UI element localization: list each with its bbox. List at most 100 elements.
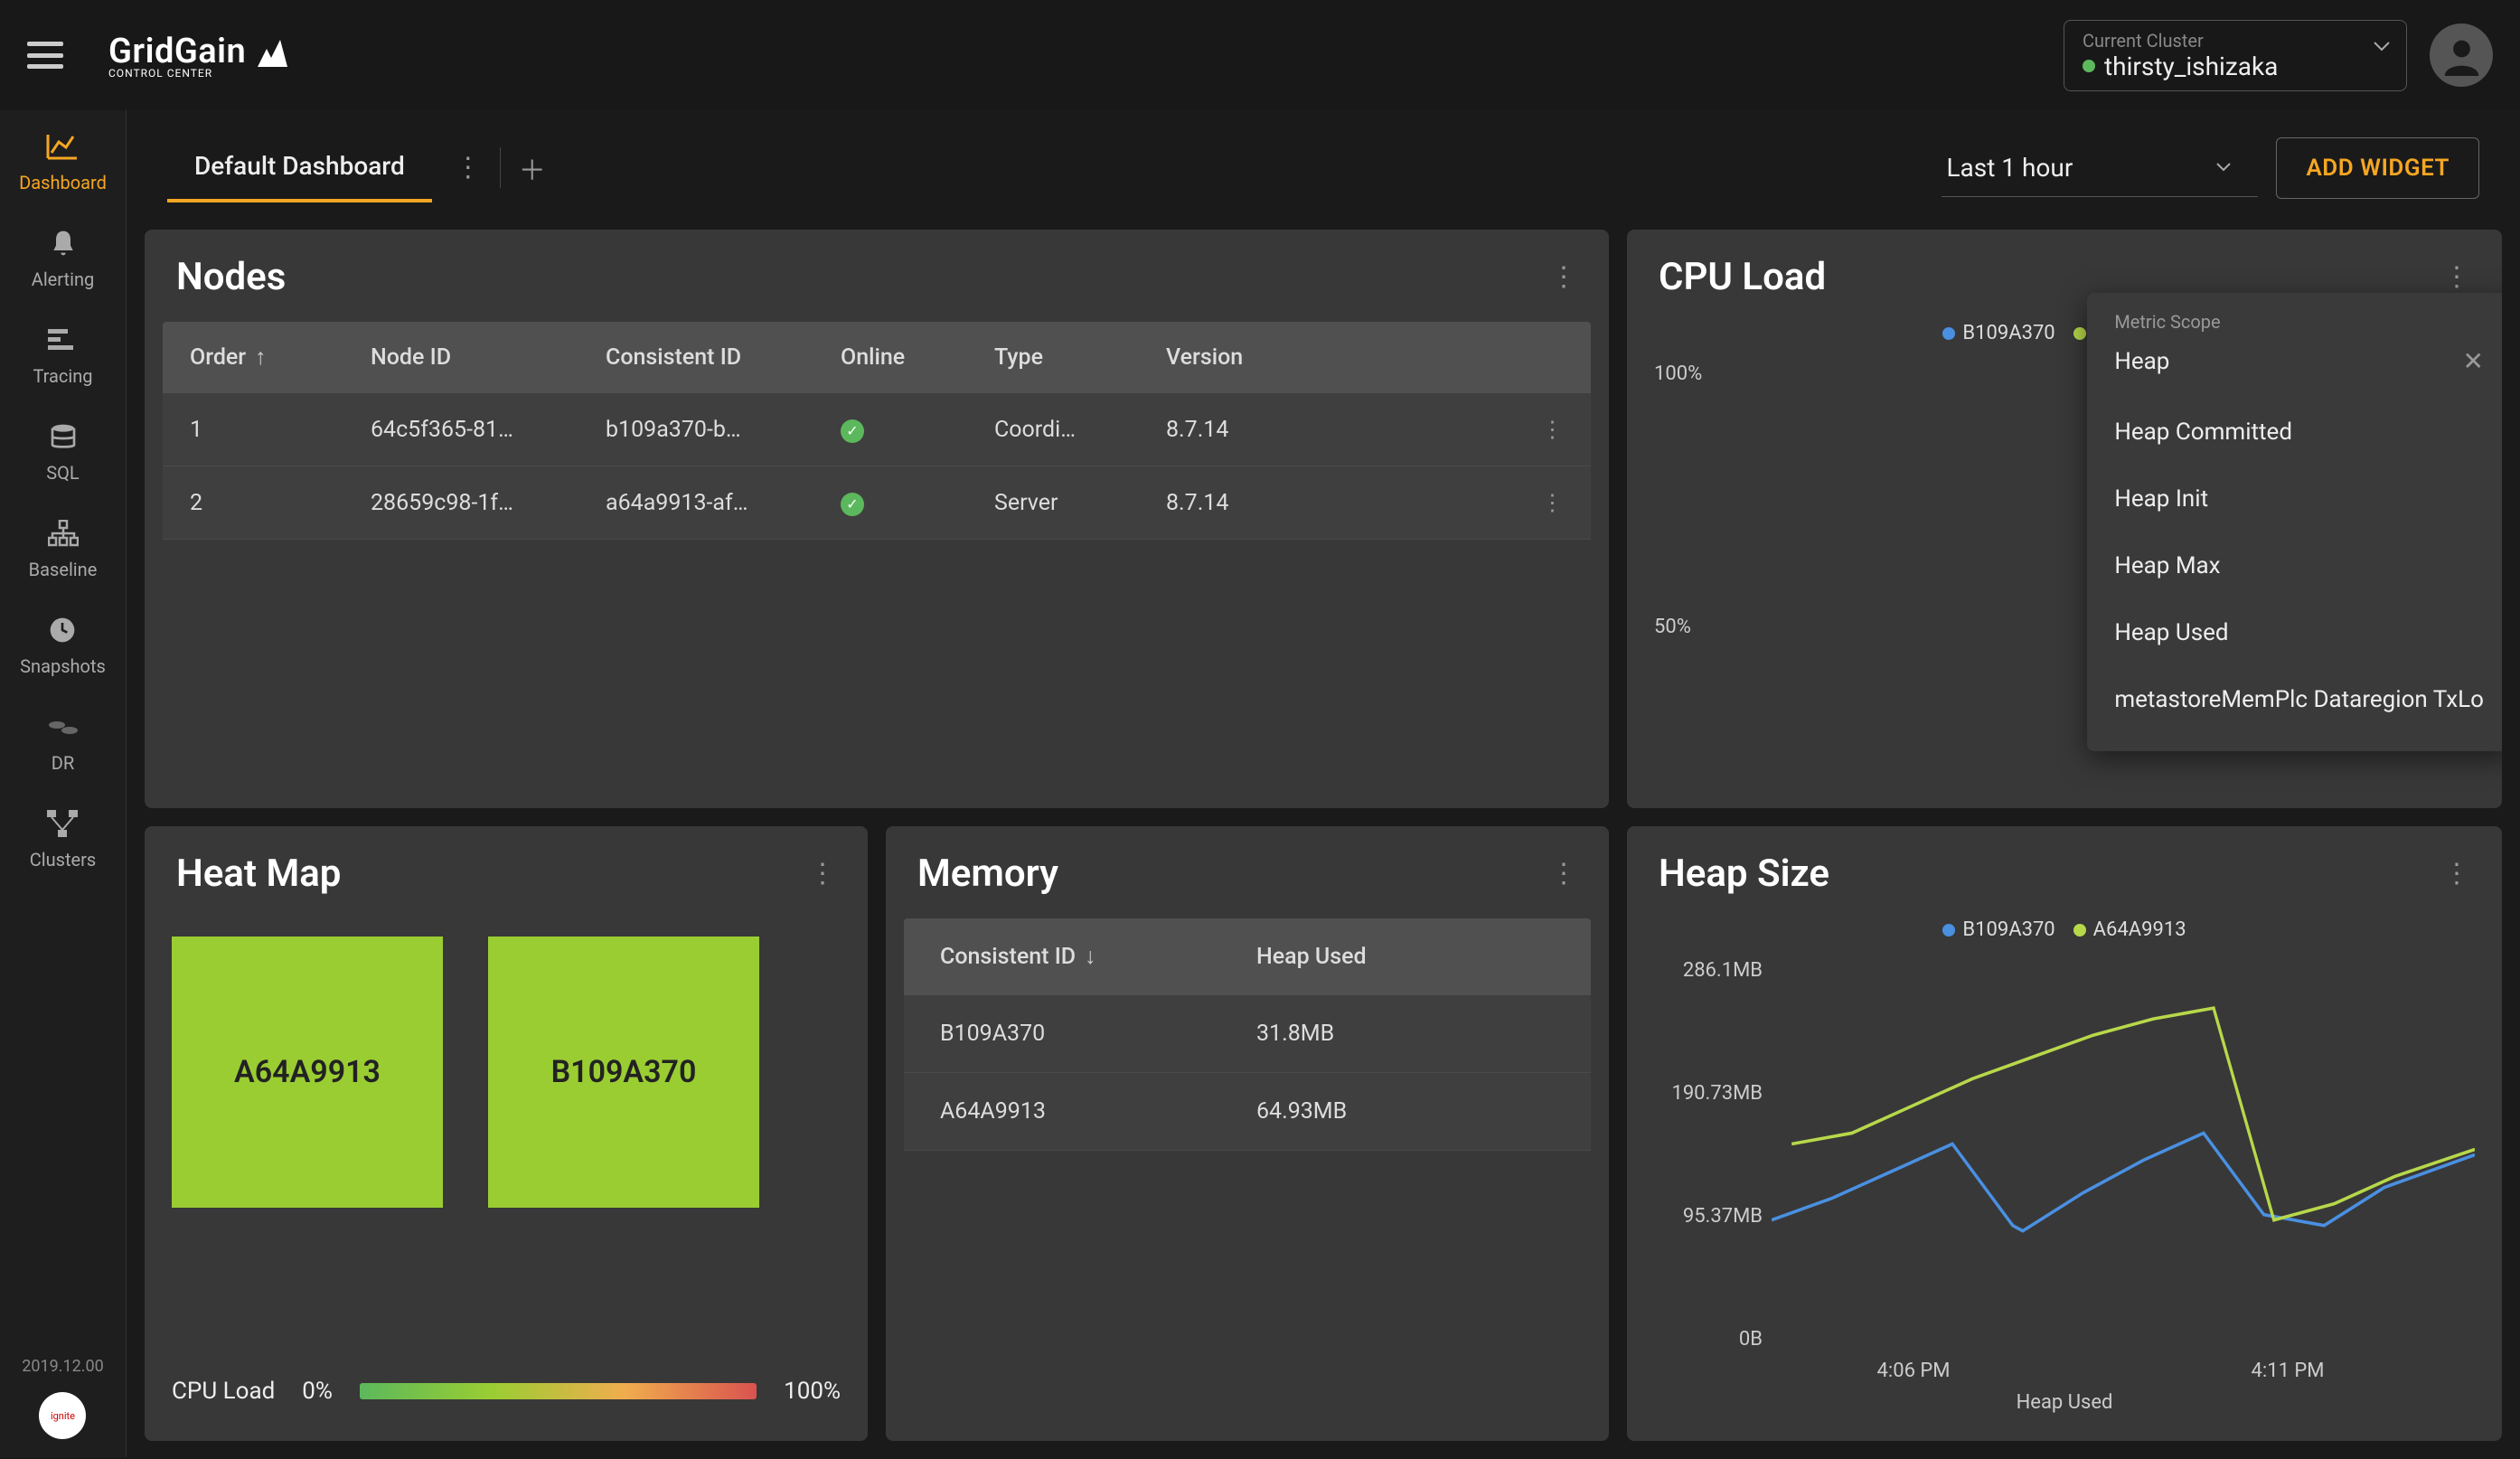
sidebar-item-snapshots[interactable]: Snapshots: [20, 612, 106, 677]
sidebar-item-alerting[interactable]: Alerting: [32, 225, 94, 290]
heat-tile[interactable]: B109A370: [488, 937, 759, 1208]
x-tick: 4:06 PM: [1877, 1360, 1951, 1382]
sidebar: Dashboard Alerting Tracing SQL Baseline …: [0, 110, 127, 1457]
cell-order: 1: [190, 417, 371, 443]
add-widget-button[interactable]: ADD WIDGET: [2276, 137, 2479, 199]
metric-scope-popup: Metric Scope Heap ✕ Heap Committed Heap …: [2087, 293, 2502, 751]
user-avatar-button[interactable]: [2430, 24, 2493, 87]
widget-menu-button[interactable]: ⋮: [1550, 261, 1577, 293]
cell-heap: 64.93MB: [1256, 1098, 1555, 1125]
cluster-select[interactable]: Current Cluster thirsty_ishizaka: [2064, 20, 2407, 91]
cell-version: 8.7.14: [1166, 490, 1365, 516]
column-order[interactable]: Order ↑: [190, 344, 371, 371]
cell-order: 2: [190, 490, 371, 516]
widget-menu-button[interactable]: ⋮: [1550, 858, 1577, 890]
menu-toggle-button[interactable]: [27, 42, 63, 69]
heatmap-widget: Heat Map ⋮ A64A9913 B109A370 CPU Load 0%…: [145, 826, 868, 1441]
version-label: 2019.12.00: [22, 1357, 103, 1376]
sidebar-item-tracing[interactable]: Tracing: [33, 322, 92, 387]
x-tick: 4:11 PM: [2252, 1360, 2325, 1382]
widget-menu-button[interactable]: ⋮: [2443, 261, 2470, 293]
sidebar-item-clusters[interactable]: Clusters: [30, 805, 96, 871]
sidebar-item-label: SQL: [46, 462, 79, 484]
widget-menu-button[interactable]: ⋮: [2443, 858, 2470, 890]
logo-text: GridGain: [108, 32, 246, 71]
divider: [500, 147, 501, 188]
sidebar-item-label: DR: [52, 752, 74, 774]
memory-title: Memory: [917, 852, 1058, 896]
row-menu-button[interactable]: ⋮: [1365, 489, 1564, 516]
widget-menu-button[interactable]: ⋮: [809, 858, 836, 890]
add-tab-button[interactable]: ＋: [514, 150, 550, 186]
cell-version: 8.7.14: [1166, 417, 1365, 443]
table-row[interactable]: 1 64c5f365-81… b109a370-b… ✓ Coordi… 8.7…: [163, 393, 1591, 466]
heatmap-max: 100%: [784, 1378, 841, 1405]
clock-icon: [44, 612, 80, 648]
database-icon: [45, 419, 81, 455]
sidebar-item-label: Alerting: [32, 268, 94, 290]
main-content: Default Dashboard ⋮ ＋ Last 1 hour ADD WI…: [127, 110, 2520, 1457]
chart-icon: [44, 128, 80, 165]
cpu-load-widget: CPU Load ⋮ B109A370 A64A9913 100% 50% 0%: [1627, 230, 2502, 808]
table-row[interactable]: A64A9913 64.93MB: [904, 1073, 1591, 1151]
scope-item[interactable]: Heap Max: [2087, 532, 2502, 599]
column-consistentid[interactable]: Consistent ID ↓: [940, 944, 1256, 970]
y-tick: 100%: [1654, 362, 1702, 385]
sort-asc-icon: ↑: [255, 344, 267, 371]
bars-icon: [44, 322, 80, 358]
heat-tile[interactable]: A64A9913: [172, 937, 443, 1208]
scope-item[interactable]: Heap Init: [2087, 466, 2502, 532]
sidebar-item-dr[interactable]: DR: [45, 709, 81, 774]
column-online[interactable]: Online: [841, 344, 994, 371]
sidebar-item-sql[interactable]: SQL: [45, 419, 81, 484]
scope-item[interactable]: Heap Committed: [2087, 399, 2502, 466]
y-tick: 286.1MB: [1654, 959, 1763, 982]
sidebar-item-dashboard[interactable]: Dashboard: [19, 128, 107, 193]
memory-widget: Memory ⋮ Consistent ID ↓ Heap Used B109A…: [886, 826, 1609, 1441]
cell-consid: b109a370-b…: [606, 417, 841, 443]
cell-nodeid: 28659c98-1f…: [371, 490, 606, 516]
column-version[interactable]: Version: [1166, 344, 1365, 371]
heatmap-min: 0%: [302, 1378, 333, 1405]
table-row[interactable]: 2 28659c98-1f… a64a9913-af… ✓ Server 8.7…: [163, 466, 1591, 540]
column-nodeid[interactable]: Node ID: [371, 344, 606, 371]
check-icon: ✓: [841, 493, 864, 516]
scope-search-input[interactable]: Heap: [2114, 348, 2169, 375]
axis-title: Heap Used: [1654, 1382, 2475, 1423]
row-menu-button[interactable]: ⋮: [1365, 416, 1564, 443]
powered-by-ignite-badge: ignite: [39, 1392, 86, 1439]
cell-consid: A64A9913: [940, 1098, 1256, 1125]
clear-icon[interactable]: ✕: [2463, 346, 2484, 376]
cell-consid: a64a9913-af…: [606, 490, 841, 516]
sidebar-item-label: Baseline: [29, 559, 98, 580]
check-icon: ✓: [841, 419, 864, 443]
scope-item[interactable]: Heap Used: [2087, 599, 2502, 666]
tab-menu-button[interactable]: ⋮: [450, 150, 486, 186]
y-tick: 95.37MB: [1654, 1205, 1763, 1228]
sort-desc-icon: ↓: [1085, 944, 1096, 970]
y-tick: 0B: [1654, 1328, 1763, 1351]
table-row[interactable]: B109A370 31.8MB: [904, 995, 1591, 1073]
scope-item[interactable]: metastoreMemPlc Dataregion TxLo: [2087, 666, 2502, 733]
chevron-down-icon: [2216, 163, 2231, 172]
cell-type: Server: [994, 490, 1166, 516]
legend-dot-icon: [2073, 924, 2086, 937]
column-consistentid[interactable]: Consistent ID: [606, 344, 841, 371]
column-type[interactable]: Type: [994, 344, 1166, 371]
time-range-select[interactable]: Last 1 hour: [1942, 139, 2258, 197]
sidebar-item-baseline[interactable]: Baseline: [29, 515, 98, 580]
column-heapused[interactable]: Heap Used: [1256, 944, 1555, 970]
tab-default-dashboard[interactable]: Default Dashboard: [167, 133, 432, 202]
sidebar-item-label: Clusters: [30, 849, 96, 871]
status-dot-icon: [2083, 60, 2095, 72]
chevron-down-icon: [2374, 39, 2390, 56]
bell-icon: [45, 225, 81, 261]
heap-legend: B109A370 A64A9913: [1627, 918, 2502, 950]
gradient-bar: [360, 1383, 757, 1399]
nodes-title: Nodes: [176, 255, 286, 299]
scope-label: Metric Scope: [2087, 311, 2502, 346]
logo: GridGain CONTROL CENTER: [108, 32, 289, 80]
sidebar-item-label: Dashboard: [19, 172, 107, 193]
y-tick: 190.73MB: [1654, 1082, 1763, 1105]
topbar: GridGain CONTROL CENTER Current Cluster …: [0, 0, 2520, 110]
